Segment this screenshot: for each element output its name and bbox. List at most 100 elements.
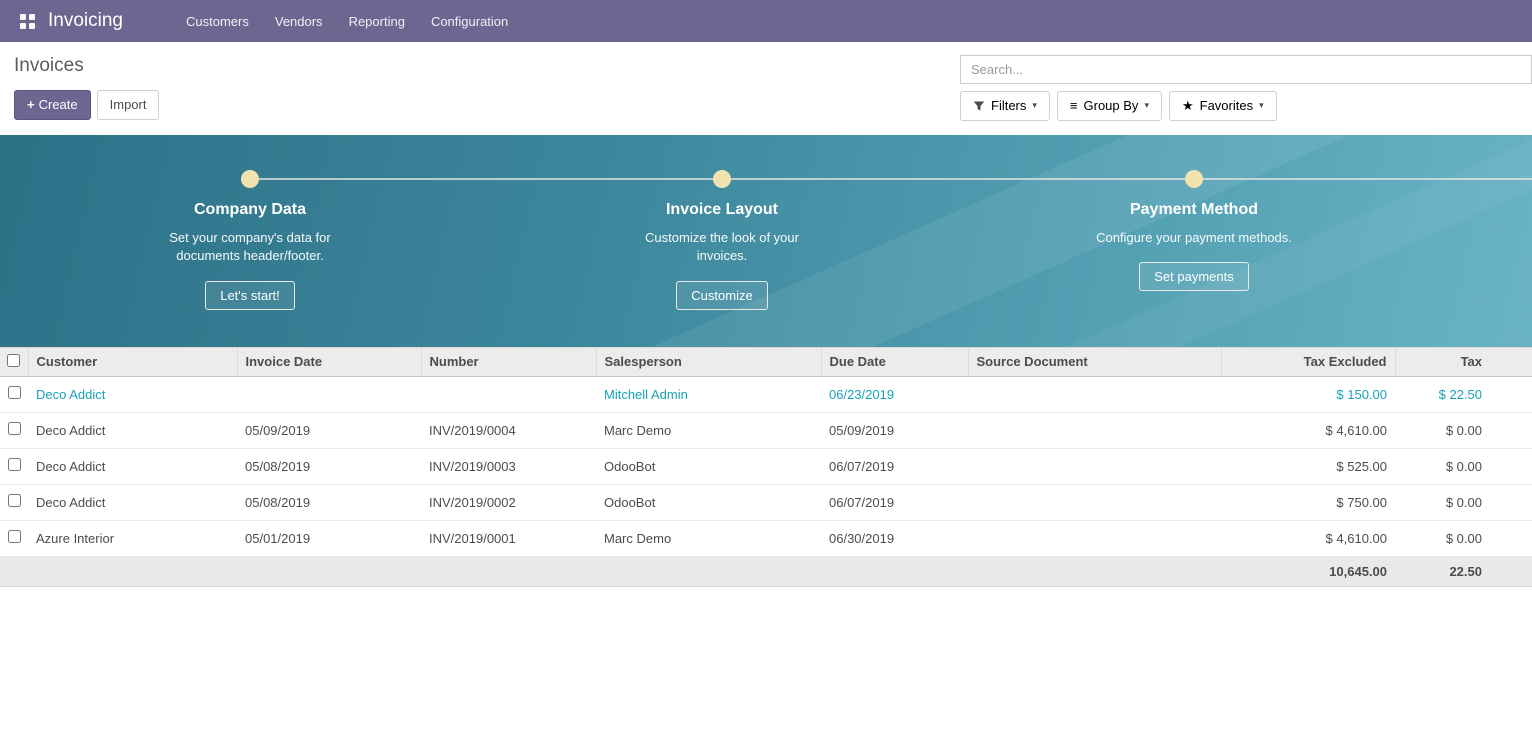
favorites-button[interactable]: ★ Favorites ▾ xyxy=(1169,91,1277,121)
cell-salesperson: Mitchell Admin xyxy=(596,376,821,412)
cell-tax-excluded: $ 4,610.00 xyxy=(1221,520,1395,556)
step-title: Company Data xyxy=(120,201,380,219)
cell-customer: Deco Addict xyxy=(28,448,237,484)
table-row[interactable]: Deco Addict 05/08/2019 INV/2019/0003 Odo… xyxy=(0,448,1532,484)
total-tax-excluded: 10,645.00 xyxy=(1221,556,1395,586)
chevron-down-icon: ▾ xyxy=(1032,100,1037,111)
table-header: Customer Invoice Date Number Salesperson… xyxy=(0,347,1532,376)
table-row[interactable]: Deco Addict 05/09/2019 INV/2019/0004 Mar… xyxy=(0,412,1532,448)
group-by-button-label: Group By xyxy=(1084,98,1139,114)
column-header-tax[interactable]: Tax xyxy=(1395,347,1532,376)
row-checkbox[interactable] xyxy=(8,386,21,399)
onboarding-step-invoice-layout: Invoice Layout Customize the look of you… xyxy=(592,201,852,311)
cell-due-date: 06/07/2019 xyxy=(821,448,968,484)
star-icon: ★ xyxy=(1182,98,1194,114)
column-header-due-date[interactable]: Due Date xyxy=(821,347,968,376)
cell-due-date: 06/23/2019 xyxy=(821,376,968,412)
cell-invoice-date: 05/08/2019 xyxy=(237,484,421,520)
cell-source-document xyxy=(968,448,1221,484)
column-header-invoice-date[interactable]: Invoice Date xyxy=(237,347,421,376)
cell-source-document xyxy=(968,520,1221,556)
step-description: Configure your payment methods. xyxy=(1094,229,1294,248)
nav-item-vendors[interactable]: Vendors xyxy=(262,0,336,42)
filters-button[interactable]: Filters ▾ xyxy=(960,91,1050,121)
table-row[interactable]: Deco Addict Mitchell Admin 06/23/2019 $ … xyxy=(0,376,1532,412)
step-title: Payment Method xyxy=(1064,201,1324,219)
invoices-table: Customer Invoice Date Number Salesperson… xyxy=(0,347,1532,587)
nav-item-customers[interactable]: Customers xyxy=(173,0,262,42)
cell-tax-excluded: $ 150.00 xyxy=(1221,376,1395,412)
top-navbar: Invoicing Customers Vendors Reporting Co… xyxy=(0,0,1532,42)
apps-menu-button[interactable] xyxy=(14,8,40,34)
cell-tax: $ 0.00 xyxy=(1395,448,1532,484)
set-payments-button[interactable]: Set payments xyxy=(1139,262,1249,291)
cell-salesperson: OdooBot xyxy=(596,448,821,484)
step-title: Invoice Layout xyxy=(592,201,852,219)
nav-menu: Customers Vendors Reporting Configuratio… xyxy=(173,0,521,42)
cell-tax-excluded: $ 4,610.00 xyxy=(1221,412,1395,448)
table-row[interactable]: Deco Addict 05/08/2019 INV/2019/0002 Odo… xyxy=(0,484,1532,520)
column-header-customer[interactable]: Customer xyxy=(28,347,237,376)
cell-due-date: 06/07/2019 xyxy=(821,484,968,520)
column-header-tax-excluded[interactable]: Tax Excluded xyxy=(1221,347,1395,376)
cell-invoice-date: 05/09/2019 xyxy=(237,412,421,448)
cell-source-document xyxy=(968,484,1221,520)
filter-funnel-icon xyxy=(973,100,985,112)
step-description: Customize the look of your invoices. xyxy=(622,229,822,267)
page-title: Invoices xyxy=(14,55,159,77)
control-panel: Invoices + Create Import Filters ▾ xyxy=(0,42,1532,129)
column-header-salesperson[interactable]: Salesperson xyxy=(596,347,821,376)
cell-invoice-date: 05/08/2019 xyxy=(237,448,421,484)
import-button[interactable]: Import xyxy=(97,90,160,120)
row-checkbox[interactable] xyxy=(8,530,21,543)
onboarding-step-company-data: Company Data Set your company's data for… xyxy=(120,201,380,311)
cell-number: INV/2019/0004 xyxy=(421,412,596,448)
cell-customer: Deco Addict xyxy=(28,376,237,412)
nav-item-configuration[interactable]: Configuration xyxy=(418,0,521,42)
group-by-button[interactable]: ≡ Group By ▾ xyxy=(1057,91,1162,121)
cell-source-document xyxy=(968,376,1221,412)
cell-due-date: 06/30/2019 xyxy=(821,520,968,556)
column-header-number[interactable]: Number xyxy=(421,347,596,376)
cell-number: INV/2019/0003 xyxy=(421,448,596,484)
plus-icon: + xyxy=(27,97,35,112)
lets-start-button[interactable]: Let's start! xyxy=(205,281,295,310)
cell-tax: $ 0.00 xyxy=(1395,412,1532,448)
select-all-checkbox[interactable] xyxy=(7,354,20,367)
onboarding-step-dot xyxy=(241,170,259,188)
cell-invoice-date xyxy=(237,376,421,412)
cell-invoice-date: 05/01/2019 xyxy=(237,520,421,556)
cell-customer: Deco Addict xyxy=(28,484,237,520)
onboarding-step-dot xyxy=(1185,170,1203,188)
favorites-button-label: Favorites xyxy=(1200,98,1253,114)
control-panel-right: Filters ▾ ≡ Group By ▾ ★ Favorites ▾ xyxy=(960,55,1532,121)
chevron-down-icon: ▾ xyxy=(1144,100,1149,111)
create-button[interactable]: + Create xyxy=(14,90,91,120)
cell-customer: Azure Interior xyxy=(28,520,237,556)
cell-tax: $ 0.00 xyxy=(1395,520,1532,556)
total-tax: 22.50 xyxy=(1395,556,1532,586)
cell-source-document xyxy=(968,412,1221,448)
customize-button[interactable]: Customize xyxy=(676,281,767,310)
search-options-row: Filters ▾ ≡ Group By ▾ ★ Favorites ▾ xyxy=(960,91,1532,121)
app-title[interactable]: Invoicing xyxy=(48,10,123,32)
column-header-source-document[interactable]: Source Document xyxy=(968,347,1221,376)
filters-button-label: Filters xyxy=(991,98,1026,114)
cell-number: INV/2019/0001 xyxy=(421,520,596,556)
step-description: Set your company's data for documents he… xyxy=(150,229,350,267)
chevron-down-icon: ▾ xyxy=(1259,100,1264,111)
row-checkbox[interactable] xyxy=(8,494,21,507)
onboarding-step-dot xyxy=(713,170,731,188)
cell-salesperson: Marc Demo xyxy=(596,412,821,448)
table-row[interactable]: Azure Interior 05/01/2019 INV/2019/0001 … xyxy=(0,520,1532,556)
create-button-label: Create xyxy=(39,97,78,112)
row-checkbox[interactable] xyxy=(8,458,21,471)
cell-tax-excluded: $ 750.00 xyxy=(1221,484,1395,520)
control-panel-left: Invoices + Create Import xyxy=(14,55,159,121)
search-input[interactable] xyxy=(960,55,1532,84)
onboarding-progress-line xyxy=(250,178,1532,180)
cell-tax-excluded: $ 525.00 xyxy=(1221,448,1395,484)
row-checkbox[interactable] xyxy=(8,422,21,435)
cell-tax: $ 0.00 xyxy=(1395,484,1532,520)
nav-item-reporting[interactable]: Reporting xyxy=(336,0,418,42)
